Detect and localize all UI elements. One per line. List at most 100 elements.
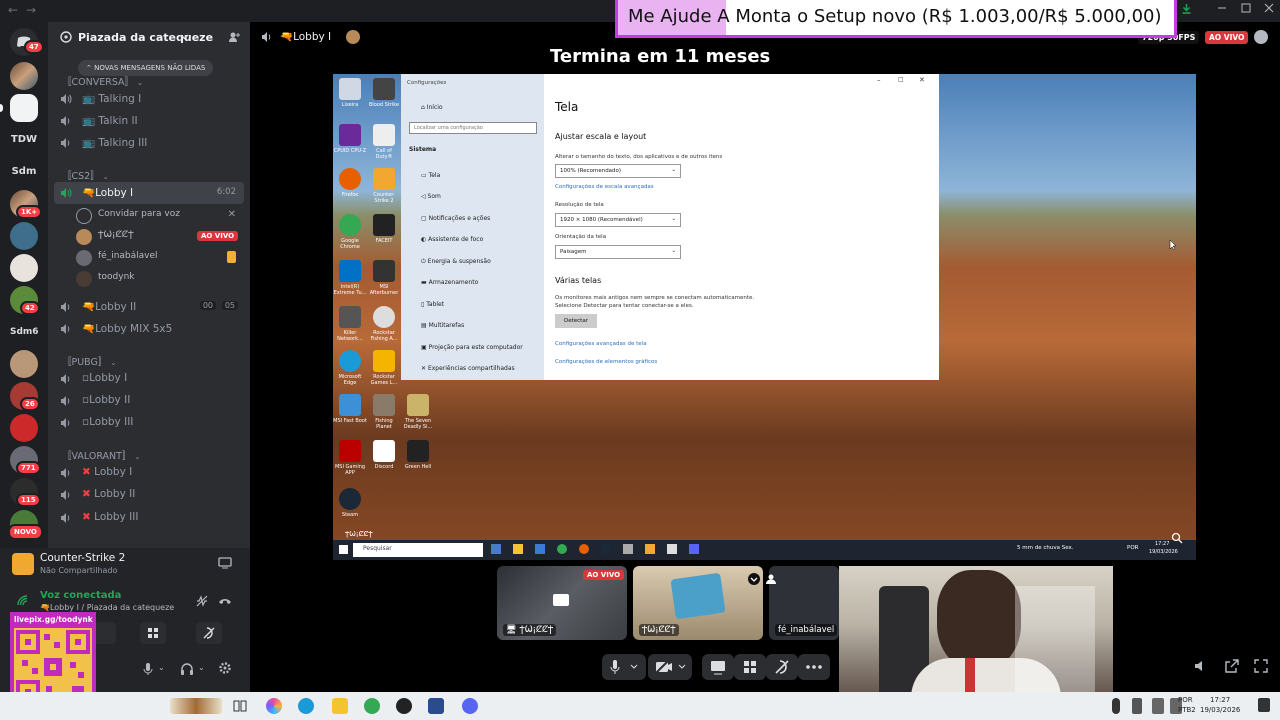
invite-to-voice[interactable]: Convidar para voz ✕	[76, 206, 244, 226]
mic-tray-icon[interactable]	[1112, 698, 1120, 714]
nav-experiencias[interactable]: ✕ Experiências compartilhadas	[421, 365, 515, 372]
nav-projecao[interactable]: ▣ Projeção para este computador	[421, 344, 523, 351]
nav-som[interactable]: ◁ Som	[421, 193, 441, 200]
orientation-dropdown[interactable]: Paisagem ⌄	[555, 245, 681, 259]
resolution-dropdown[interactable]: 1920 × 1080 (Recomendável) ⌄	[555, 213, 681, 227]
nav-armazenamento[interactable]: ▬ Armazenamento	[421, 279, 478, 286]
back-button[interactable]: ←	[8, 3, 18, 17]
server-icon[interactable]	[10, 254, 38, 282]
scale-dropdown[interactable]: 100% (Recomendado) ⌄	[555, 164, 681, 178]
chevron-down-icon[interactable]: ⌄	[198, 663, 205, 672]
network-icon[interactable]	[1152, 698, 1164, 714]
participants-icon[interactable]	[764, 573, 778, 585]
scale-advanced-link[interactable]: Configurações de escala avançadas	[555, 184, 654, 190]
windows-settings-window[interactable]: Configurações ⌂ Início Localizar uma con…	[401, 74, 939, 380]
minimize-icon[interactable]	[1217, 3, 1227, 13]
category-valorant[interactable]: 〚VALORANT〛 ⌄	[62, 448, 140, 462]
screen-share-control[interactable]	[702, 654, 734, 680]
mic-control[interactable]	[602, 654, 646, 680]
clock-time[interactable]: 17:27	[1210, 696, 1230, 704]
discord-taskbar-icon[interactable]	[462, 698, 478, 714]
chevron-down-icon[interactable]	[748, 573, 760, 585]
popout-icon[interactable]	[1225, 659, 1239, 673]
clock-date[interactable]: 19/03/2026	[1200, 706, 1240, 714]
server-icon-tdw[interactable]: TDW	[10, 126, 38, 154]
close-icon[interactable]: ✕	[228, 209, 236, 220]
task-view-icon[interactable]	[232, 698, 248, 714]
keyboard-layout-label[interactable]: PTB2	[1178, 706, 1196, 714]
microphone-icon[interactable]	[142, 662, 154, 676]
copilot-icon[interactable]	[266, 698, 282, 714]
chat-icon[interactable]	[1254, 30, 1268, 44]
forward-button[interactable]: →	[26, 3, 36, 17]
nav-notificacoes[interactable]: ▢ Notificações e ações	[421, 215, 490, 222]
nav-foco[interactable]: ◐ Assistente de foco	[421, 236, 483, 243]
noise-suppression-icon[interactable]	[195, 594, 209, 608]
disconnect-icon[interactable]	[218, 594, 232, 608]
chevron-down-icon[interactable]: ⌄	[158, 663, 165, 672]
voice-status[interactable]: Voz conectada	[40, 590, 121, 601]
volume-icon[interactable]	[1194, 659, 1208, 673]
voice-channel-pubg-lobby-1[interactable]: ▫Lobby I	[54, 368, 244, 390]
voice-channel-valorant-lobby-1[interactable]: ✖ Lobby I	[54, 462, 244, 484]
server-icon-sdm[interactable]: Sdm	[10, 158, 38, 186]
maximize-icon[interactable]	[1241, 3, 1251, 13]
file-explorer-icon[interactable]	[332, 698, 348, 714]
game-activity-panel[interactable]: Counter-Strike 2 Não Compartilhado	[0, 548, 250, 586]
category-conversa[interactable]: 〚CONVERSA〛 ⌄	[62, 74, 143, 88]
voice-channel-cs2-mix[interactable]: 🔫Lobby MIX 5x5	[54, 318, 244, 340]
advanced-display-link[interactable]: Configurações avançadas de tela	[555, 341, 647, 347]
participant-thumbnail[interactable]: fé_inabálavel	[769, 566, 839, 640]
app-icon[interactable]	[428, 698, 444, 714]
stream-thumbnail[interactable]: AO VIVO 🖥 ϮѠ¡ȻȻϮ	[497, 566, 627, 640]
chrome-icon[interactable]	[364, 698, 380, 714]
close-icon[interactable]	[1264, 3, 1274, 13]
activities-button[interactable]	[140, 622, 166, 644]
voice-channel-talking-3[interactable]: 📺 Talking III	[54, 132, 244, 154]
voice-channel-pubg-lobby-3[interactable]: ▫Lobby III	[54, 412, 244, 434]
voice-channel-pubg-lobby-2[interactable]: ▫Lobby II	[54, 390, 244, 412]
voice-channel-talking-2[interactable]: 📺 Talkin II	[54, 110, 244, 132]
detect-button[interactable]: Detectar	[555, 314, 597, 328]
maximize-icon[interactable]: □	[898, 76, 904, 83]
download-icon[interactable]	[1181, 3, 1192, 14]
server-icon-sdm6[interactable]: Sdm6_	[10, 318, 38, 346]
server-icon[interactable]	[10, 350, 38, 378]
tray-icon[interactable]	[1132, 698, 1142, 714]
activities-control[interactable]	[734, 654, 766, 680]
add-member-icon[interactable]	[228, 31, 240, 43]
taskbar-widget-image[interactable]	[170, 698, 222, 714]
voice-channel-valorant-lobby-3[interactable]: ✖ Lobby III	[54, 507, 244, 529]
app-icon[interactable]	[396, 698, 412, 714]
close-icon[interactable]: ✕	[919, 76, 925, 84]
zoom-icon[interactable]	[1171, 532, 1183, 544]
more-options-control[interactable]	[798, 654, 830, 680]
server-header[interactable]: Piazada da catequeze	[48, 22, 250, 54]
nav-tela[interactable]: ▭ Tela	[421, 172, 440, 179]
home-link[interactable]: ⌂ Início	[421, 104, 443, 111]
voice-channel-cs2-lobby-2[interactable]: 🔫Lobby II 00 05	[54, 296, 244, 318]
minimize-icon[interactable]: –	[877, 76, 881, 84]
graphics-settings-link[interactable]: Configurações de elementos gráficos	[555, 359, 657, 365]
soundboard-control[interactable]	[766, 654, 798, 680]
server-icon[interactable]	[10, 222, 38, 250]
voice-member[interactable]: ϮѠ¡ȻȻϮ AO VIVO	[76, 227, 244, 247]
nav-tablet[interactable]: ▯ Tablet	[421, 301, 444, 308]
voice-channel-cs2-lobby-1[interactable]: 🔫Lobby I 6:02	[54, 182, 244, 204]
headphones-icon[interactable]	[180, 662, 194, 676]
category-cs2[interactable]: 〚CS2〛 ⌄	[62, 168, 109, 182]
soundboard-button[interactable]	[196, 622, 222, 644]
category-pubg[interactable]: 〚PUBG〛 ⌄	[62, 354, 116, 368]
voice-member[interactable]: toodynk	[76, 269, 244, 289]
voice-channel-valorant-lobby-2[interactable]: ✖ Lobby II	[54, 484, 244, 506]
gear-icon[interactable]	[218, 661, 232, 675]
settings-search-input[interactable]: Localizar uma configuração	[409, 122, 537, 134]
participant-thumbnail[interactable]: ϮѠ¡ȻȻϮ	[633, 566, 763, 640]
edge-icon[interactable]	[298, 698, 314, 714]
shared-screen[interactable]: Lixeira Blood Strike CPUID CPU-Z Call of…	[333, 74, 1196, 560]
camera-off-control[interactable]	[648, 654, 692, 680]
server-icon[interactable]	[10, 62, 38, 90]
nav-energia[interactable]: ⏻ Energia & suspensão	[421, 258, 491, 266]
nav-multitarefas[interactable]: ▤ Multitarefas	[421, 322, 464, 329]
notification-center-icon[interactable]	[1258, 698, 1270, 712]
